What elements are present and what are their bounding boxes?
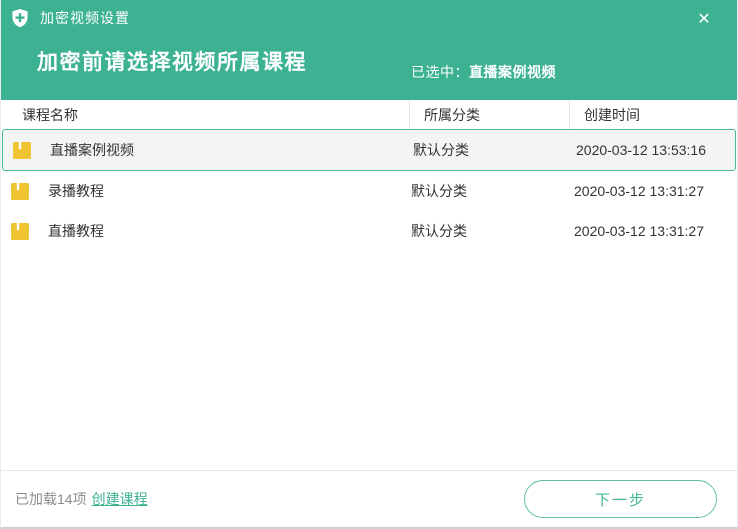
folder-icon [11, 223, 29, 240]
encrypt-video-dialog: 加密视频设置 ✕ 加密前请选择视频所属课程 已选中：直播案例视频 课程名称 所属… [0, 0, 738, 529]
course-list: 直播案例视频 默认分类 2020-03-12 13:53:16 录播教程 默认分… [1, 129, 737, 251]
table-header: 课程名称 所属分类 创建时间 [1, 100, 737, 129]
course-category: 默认分类 [409, 221, 569, 241]
dialog-header: 加密视频设置 ✕ 加密前请选择视频所属课程 已选中：直播案例视频 [1, 0, 737, 100]
folder-icon [13, 142, 31, 159]
close-icon[interactable]: ✕ [693, 9, 715, 31]
course-created-time: 2020-03-12 13:31:27 [569, 223, 737, 239]
table-row-selected[interactable]: 直播案例视频 默认分类 2020-03-12 13:53:16 [2, 129, 736, 171]
course-name: 直播案例视频 [50, 140, 134, 160]
column-header-course-name: 课程名称 [1, 100, 409, 129]
window-title: 加密视频设置 [40, 8, 130, 28]
selected-label: 已选中： [411, 64, 469, 80]
column-header-category: 所属分类 [409, 100, 569, 129]
dialog-footer: 已加载14项创建课程 下一步 [1, 470, 737, 527]
table-row[interactable]: 录播教程 默认分类 2020-03-12 13:31:27 [1, 171, 737, 211]
folder-icon [11, 183, 29, 200]
course-created-time: 2020-03-12 13:31:27 [569, 183, 737, 199]
course-name: 录播教程 [48, 181, 104, 201]
create-course-link[interactable]: 创建课程 [92, 491, 148, 507]
course-name: 直播教程 [48, 221, 104, 241]
course-category: 默认分类 [409, 181, 569, 201]
selected-value: 直播案例视频 [469, 64, 556, 80]
selected-course-status: 已选中：直播案例视频 [411, 62, 556, 82]
loaded-count-text: 已加载14项 [15, 491, 87, 507]
footer-left: 已加载14项创建课程 [15, 489, 148, 509]
page-title: 加密前请选择视频所属课程 [37, 46, 307, 76]
titlebar: 加密视频设置 ✕ [1, 0, 737, 36]
shield-plus-icon [11, 8, 29, 28]
table-row[interactable]: 直播教程 默认分类 2020-03-12 13:31:27 [1, 211, 737, 251]
course-created-time: 2020-03-12 13:53:16 [571, 142, 735, 158]
column-header-created-time: 创建时间 [569, 100, 737, 129]
next-step-button[interactable]: 下一步 [524, 480, 717, 518]
course-category: 默认分类 [411, 140, 571, 160]
